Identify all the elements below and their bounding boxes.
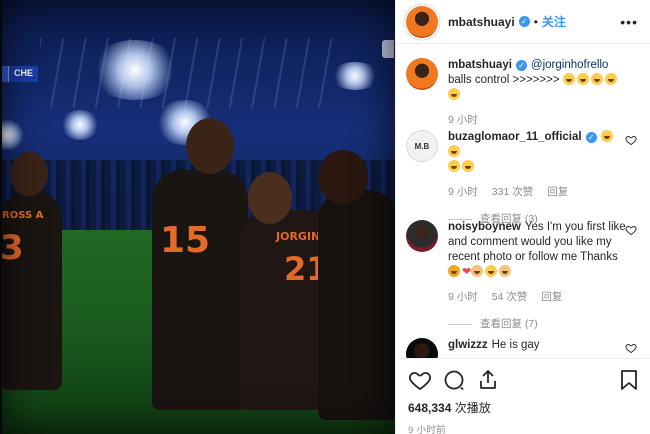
like-comment-heart-icon[interactable] bbox=[625, 342, 637, 354]
post-header: mbatshuayi ✓ • 关注 ••• bbox=[396, 0, 650, 44]
comment-bubble-icon[interactable] bbox=[442, 368, 466, 392]
like-comment-heart-icon[interactable] bbox=[625, 134, 637, 146]
caption-text: balls control >>>>>>> bbox=[448, 74, 563, 86]
view-count[interactable]: 648,334 次播放 bbox=[408, 399, 641, 416]
comment-username[interactable]: glwizzz bbox=[448, 339, 488, 351]
comment-body: buzaglomaor_11_official ✓ 9 小时 331 次赞 回复 … bbox=[448, 130, 626, 225]
action-icons bbox=[408, 365, 641, 395]
comment: M.B buzaglomaor_11_official ✓ 9 小时 331 次赞… bbox=[406, 130, 639, 225]
post-username[interactable]: mbatshuayi bbox=[448, 15, 515, 29]
grinning-emoji-icon bbox=[590, 73, 603, 85]
more-options-icon[interactable]: ••• bbox=[620, 14, 638, 30]
caption-mention[interactable]: @jorginhofrello bbox=[531, 59, 609, 71]
follow-button[interactable]: 关注 bbox=[542, 13, 566, 30]
separator-dot: • bbox=[533, 14, 538, 29]
post-sidebar: mbatshuayi ✓ • 关注 ••• mbatshuayi ✓ @jorgin… bbox=[395, 0, 650, 434]
raised-hands-emoji-icon bbox=[499, 265, 512, 277]
grinning-emoji-icon bbox=[562, 73, 575, 85]
reply-button[interactable]: 回复 bbox=[541, 290, 562, 305]
post-actions: 648,334 次播放 9 小时前 bbox=[396, 358, 650, 434]
grinning-emoji-icon bbox=[448, 88, 460, 100]
laughing-emoji-icon bbox=[462, 160, 474, 172]
laughing-emoji-icon bbox=[600, 130, 613, 142]
like-heart-icon[interactable] bbox=[408, 368, 432, 392]
comment-avatar[interactable] bbox=[406, 338, 438, 358]
divider-line bbox=[448, 324, 472, 325]
laughing-emoji-icon bbox=[448, 160, 460, 172]
view-count-label: 次播放 bbox=[454, 401, 491, 415]
smiling-emoji-icon bbox=[485, 265, 498, 277]
caption-username[interactable]: mbatshuayi bbox=[448, 59, 512, 71]
reply-button[interactable]: 回复 bbox=[547, 185, 568, 200]
hand-emoji-icon bbox=[471, 265, 484, 277]
caption-body: mbatshuayi ✓ @jorginhofrello balls control… bbox=[448, 58, 626, 130]
caption: mbatshuayi ✓ @jorginhofrello balls control… bbox=[406, 58, 639, 130]
medal-emoji-icon bbox=[448, 265, 460, 277]
view-replies-button[interactable]: 查看回复 (7) bbox=[448, 317, 626, 332]
caption-avatar[interactable] bbox=[406, 58, 438, 90]
view-count-number: 648,334 bbox=[408, 401, 452, 415]
verified-badge-icon: ✓ bbox=[518, 16, 530, 27]
video-vignette bbox=[0, 0, 395, 434]
comment-likes[interactable]: 331 次赞 bbox=[492, 185, 533, 200]
comment-body: glwizzz He is gay bbox=[448, 338, 626, 358]
comment: glwizzz He is gay bbox=[406, 338, 639, 358]
comment-avatar[interactable]: M.B bbox=[406, 130, 438, 162]
caption-meta: 9 小时 bbox=[448, 113, 626, 128]
view-replies-label: 查看回复 (7) bbox=[480, 318, 538, 330]
grinning-emoji-icon bbox=[576, 73, 589, 85]
verified-badge-icon: ✓ bbox=[515, 60, 527, 71]
comment-username[interactable]: buzaglomaor_11_official bbox=[448, 131, 582, 143]
comment-avatar[interactable] bbox=[406, 220, 438, 252]
comment: noisyboynew Yes I'm you first like and co… bbox=[406, 220, 639, 338]
avatar[interactable] bbox=[406, 5, 438, 38]
comment-time: 9 小时 bbox=[448, 291, 478, 303]
comment-text: He is gay bbox=[491, 339, 540, 351]
caption-time: 9 小时 bbox=[448, 114, 478, 126]
comment-meta: 9 小时 54 次赞 回复 bbox=[448, 290, 626, 305]
video-player[interactable]: CHE ROSS A 3 15 JORGINHO 21 bbox=[0, 0, 395, 434]
post-timestamp[interactable]: 9 小时前 bbox=[408, 422, 641, 434]
verified-badge-icon: ✓ bbox=[585, 132, 597, 143]
red-heart-emoji-icon: ❤ bbox=[462, 266, 472, 278]
comments-list[interactable]: mbatshuayi ✓ @jorginhofrello balls control… bbox=[396, 58, 650, 358]
share-icon[interactable] bbox=[476, 368, 500, 392]
comment-body: noisyboynew Yes I'm you first like and co… bbox=[448, 220, 626, 338]
instagram-post: CHE ROSS A 3 15 JORGINHO 21 mbatshuayi ✓… bbox=[0, 0, 650, 434]
comment-username[interactable]: noisyboynew bbox=[448, 221, 521, 233]
like-comment-heart-icon[interactable] bbox=[625, 224, 637, 236]
grinning-emoji-icon bbox=[604, 73, 617, 85]
comment-meta: 9 小时 331 次赞 回复 bbox=[448, 185, 626, 200]
comment-time: 9 小时 bbox=[448, 186, 478, 198]
laughing-emoji-icon bbox=[448, 145, 460, 157]
comment-likes[interactable]: 54 次赞 bbox=[492, 290, 528, 305]
bookmark-icon[interactable] bbox=[617, 368, 641, 392]
